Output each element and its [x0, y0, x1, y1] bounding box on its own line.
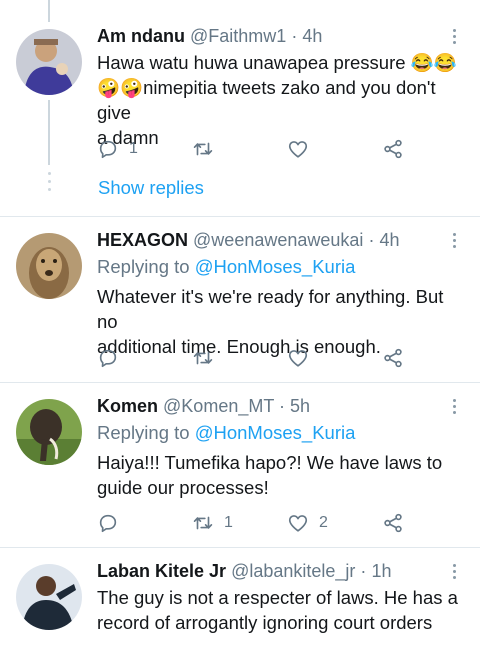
replying-to-label: Replying to	[97, 256, 190, 277]
more-icon[interactable]	[448, 29, 460, 47]
share-icon	[384, 139, 402, 159]
reply-button[interactable]	[97, 510, 129, 536]
tweet-text-line: guide our processes!	[97, 477, 269, 498]
tweet-komen[interactable]: Komen @Komen_MT · 5h Replying to @HonMos…	[0, 383, 480, 547]
tweet-laban-kitele[interactable]: Laban Kitele Jr @labankitele_jr · 1h The…	[0, 548, 480, 653]
avatar[interactable]	[16, 564, 82, 630]
like-icon	[288, 515, 308, 532]
avatar[interactable]	[16, 399, 82, 465]
share-icon	[384, 513, 402, 533]
retweet-button[interactable]: 1	[192, 510, 233, 536]
retweet-icon	[193, 516, 213, 530]
tweet-actions: 1	[97, 136, 417, 162]
tweet-header: HEXAGON @weenawenaweukai · 4h	[97, 229, 399, 251]
display-name[interactable]: Laban Kitele Jr	[97, 561, 226, 581]
share-button[interactable]	[382, 510, 404, 536]
display-name[interactable]: Komen	[97, 396, 158, 416]
retweet-icon	[193, 351, 213, 365]
user-handle[interactable]: @labankitele_jr	[231, 561, 355, 581]
separator-dot: ·	[279, 396, 286, 416]
retweet-icon	[193, 142, 213, 156]
replying-to-user-link[interactable]: @HonMoses_Kuria	[195, 256, 356, 277]
display-name[interactable]: HEXAGON	[97, 230, 188, 250]
separator-dot: ·	[291, 26, 298, 46]
tweet-am-ndanu[interactable]: Am ndanu @Faithmw1 · 4h Hawa watu huwa u…	[0, 0, 480, 216]
like-icon	[288, 141, 308, 158]
tweet-text: Hawa watu huwa unawapea pressure 😂😂 🤪🤪ni…	[97, 50, 469, 150]
tweet-header: Komen @Komen_MT · 5h	[97, 395, 310, 417]
tweet-text: Haiya!!! Tumefika hapo?! We have laws to…	[97, 450, 469, 500]
timestamp[interactable]: 1h	[371, 561, 391, 581]
user-handle[interactable]: @Komen_MT	[163, 396, 274, 416]
show-replies-link[interactable]: Show replies	[98, 177, 204, 199]
retweet-count: 1	[224, 514, 233, 531]
separator-dot: ·	[360, 561, 367, 581]
reply-count: 1	[129, 140, 138, 157]
reply-icon	[99, 349, 117, 368]
like-button[interactable]	[287, 345, 319, 371]
replying-to: Replying to @HonMoses_Kuria	[97, 256, 355, 278]
tweet-hexagon[interactable]: HEXAGON @weenawenaweukai · 4h Replying t…	[0, 217, 480, 382]
more-icon[interactable]	[448, 564, 460, 582]
avatar[interactable]	[16, 29, 82, 95]
tweet-text-line: Haiya!!! Tumefika hapo?! We have laws to	[97, 452, 443, 473]
tweet-header: Am ndanu @Faithmw1 · 4h	[97, 25, 322, 47]
timestamp[interactable]: 4h	[379, 230, 399, 250]
like-button[interactable]	[287, 136, 319, 162]
reply-icon	[99, 140, 117, 159]
tweet-text-line: 🤪🤪nimepitia tweets zako and you don't gi…	[97, 77, 436, 123]
tweet-text-line: The guy is not a respecter of laws. He h…	[97, 587, 458, 608]
timestamp[interactable]: 4h	[302, 26, 322, 46]
tweet-text-line: record of arrogantly ignoring court orde…	[97, 612, 433, 633]
reply-button[interactable]: 1	[97, 136, 138, 162]
tweet-text-line: Whatever it's we're ready for anything. …	[97, 286, 444, 332]
like-count: 2	[319, 514, 328, 531]
share-button[interactable]	[382, 345, 404, 371]
more-icon[interactable]	[448, 399, 460, 417]
replying-to-label: Replying to	[97, 422, 190, 443]
tweet-header: Laban Kitele Jr @labankitele_jr · 1h	[97, 560, 391, 582]
display-name[interactable]: Am ndanu	[97, 26, 185, 46]
user-handle[interactable]: @Faithmw1	[190, 26, 286, 46]
tweet-actions: 1 2	[97, 510, 417, 536]
tweet-actions	[97, 345, 417, 371]
more-icon[interactable]	[448, 233, 460, 251]
retweet-button[interactable]	[192, 136, 224, 162]
like-button[interactable]: 2	[287, 510, 328, 536]
like-icon	[288, 350, 308, 367]
separator-dot: ·	[368, 230, 375, 250]
share-button[interactable]	[382, 136, 404, 162]
replying-to-user-link[interactable]: @HonMoses_Kuria	[195, 422, 356, 443]
reply-icon	[99, 514, 117, 533]
replying-to: Replying to @HonMoses_Kuria	[97, 422, 355, 444]
reply-button[interactable]	[97, 345, 129, 371]
retweet-button[interactable]	[192, 345, 224, 371]
tweet-text-line: Hawa watu huwa unawapea pressure 😂😂	[97, 52, 457, 73]
share-icon	[384, 348, 402, 368]
timestamp[interactable]: 5h	[290, 396, 310, 416]
avatar[interactable]	[16, 233, 82, 299]
user-handle[interactable]: @weenawenaweukai	[193, 230, 363, 250]
tweet-text: The guy is not a respecter of laws. He h…	[97, 585, 469, 635]
